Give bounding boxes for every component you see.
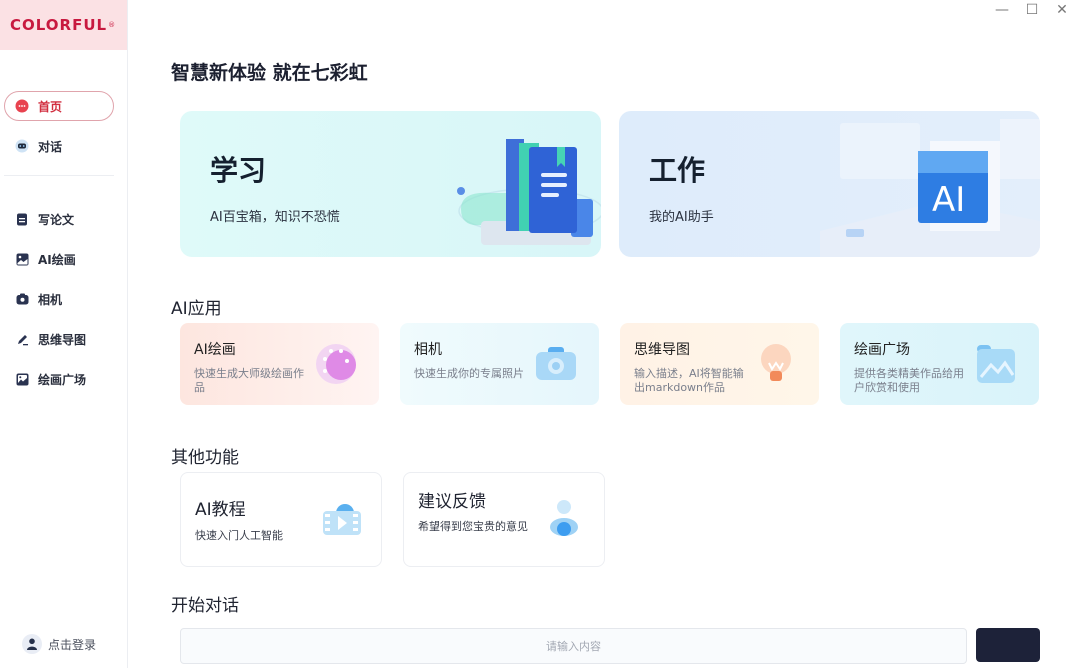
document-icon: [15, 212, 29, 226]
work-card[interactable]: 工作 我的AI助手 AI: [619, 111, 1040, 257]
sidebar-item-gallery[interactable]: 绘画广场: [4, 364, 114, 394]
chat-input-box: [180, 628, 967, 664]
lightbulb-icon: [761, 344, 791, 381]
chat-bubble-icon: [15, 99, 29, 113]
main-content: 智慧新体验 就在七彩虹 学习 AI百宝箱，知识不恐慌 工作 我的AI助手 AI …: [129, 0, 1080, 668]
sidebar-item-write-paper[interactable]: 写论文: [4, 204, 114, 234]
ai-apps-heading: AI应用: [171, 299, 222, 319]
brand-logo: COLORFUL ®: [0, 0, 127, 50]
image-icon: [15, 252, 29, 266]
sidebar-item-chat[interactable]: 对话: [4, 131, 114, 161]
page-title: 智慧新体验 就在七彩虹: [171, 62, 368, 84]
secondary-nav: 写论文 AI绘画 相机 思维导图 绘画广场: [0, 204, 128, 404]
books-illustration-icon: [457, 139, 601, 245]
robot-icon: [15, 139, 29, 153]
ai-painting-card[interactable]: AI绘画 快速生成大师级绘画作品: [180, 323, 379, 405]
svg-text:AI: AI: [932, 180, 965, 220]
feedback-card[interactable]: 建议反馈 希望得到您宝贵的意见: [403, 472, 605, 567]
sidebar-item-ai-painting[interactable]: AI绘画: [4, 244, 114, 274]
primary-nav: 首页 对话: [0, 91, 128, 192]
gallery-card[interactable]: 绘画广场 提供各类精美作品给用户欣赏和使用: [840, 323, 1039, 405]
palette-icon: [316, 344, 356, 384]
ai-computer-illustration-icon: AI: [820, 119, 1040, 257]
video-tutorial-icon: [323, 504, 361, 535]
sidebar: COLORFUL ® 首页 对话 写论文 AI绘画 相机 思维导图 绘画广场 点…: [0, 0, 128, 668]
user-avatar-icon: [22, 634, 42, 654]
start-chat-heading: 开始对话: [171, 596, 239, 616]
sidebar-item-home[interactable]: 首页: [4, 91, 114, 121]
picture-icon: [977, 345, 1015, 383]
chat-input[interactable]: [181, 629, 966, 663]
sidebar-divider: [4, 175, 114, 176]
ai-tutorial-card[interactable]: AI教程 快速入门人工智能: [180, 472, 382, 567]
brand-name: COLORFUL: [10, 16, 108, 34]
user-feedback-icon: [550, 500, 578, 536]
sidebar-item-camera[interactable]: 相机: [4, 284, 114, 314]
gallery-icon: [15, 372, 29, 386]
study-card[interactable]: 学习 AI百宝箱，知识不恐慌: [180, 111, 601, 257]
login-button[interactable]: 点击登录: [22, 634, 96, 654]
mind-map-card[interactable]: 思维导图 输入描述，AI将智能输出markdown作品: [620, 323, 819, 405]
send-button[interactable]: [976, 628, 1040, 662]
camera-app-icon: [536, 347, 576, 380]
sidebar-item-mind-map[interactable]: 思维导图: [4, 324, 114, 354]
camera-icon: [15, 292, 29, 306]
pen-icon: [15, 332, 29, 346]
other-features-heading: 其他功能: [171, 448, 239, 468]
camera-card[interactable]: 相机 快速生成你的专属照片: [400, 323, 599, 405]
